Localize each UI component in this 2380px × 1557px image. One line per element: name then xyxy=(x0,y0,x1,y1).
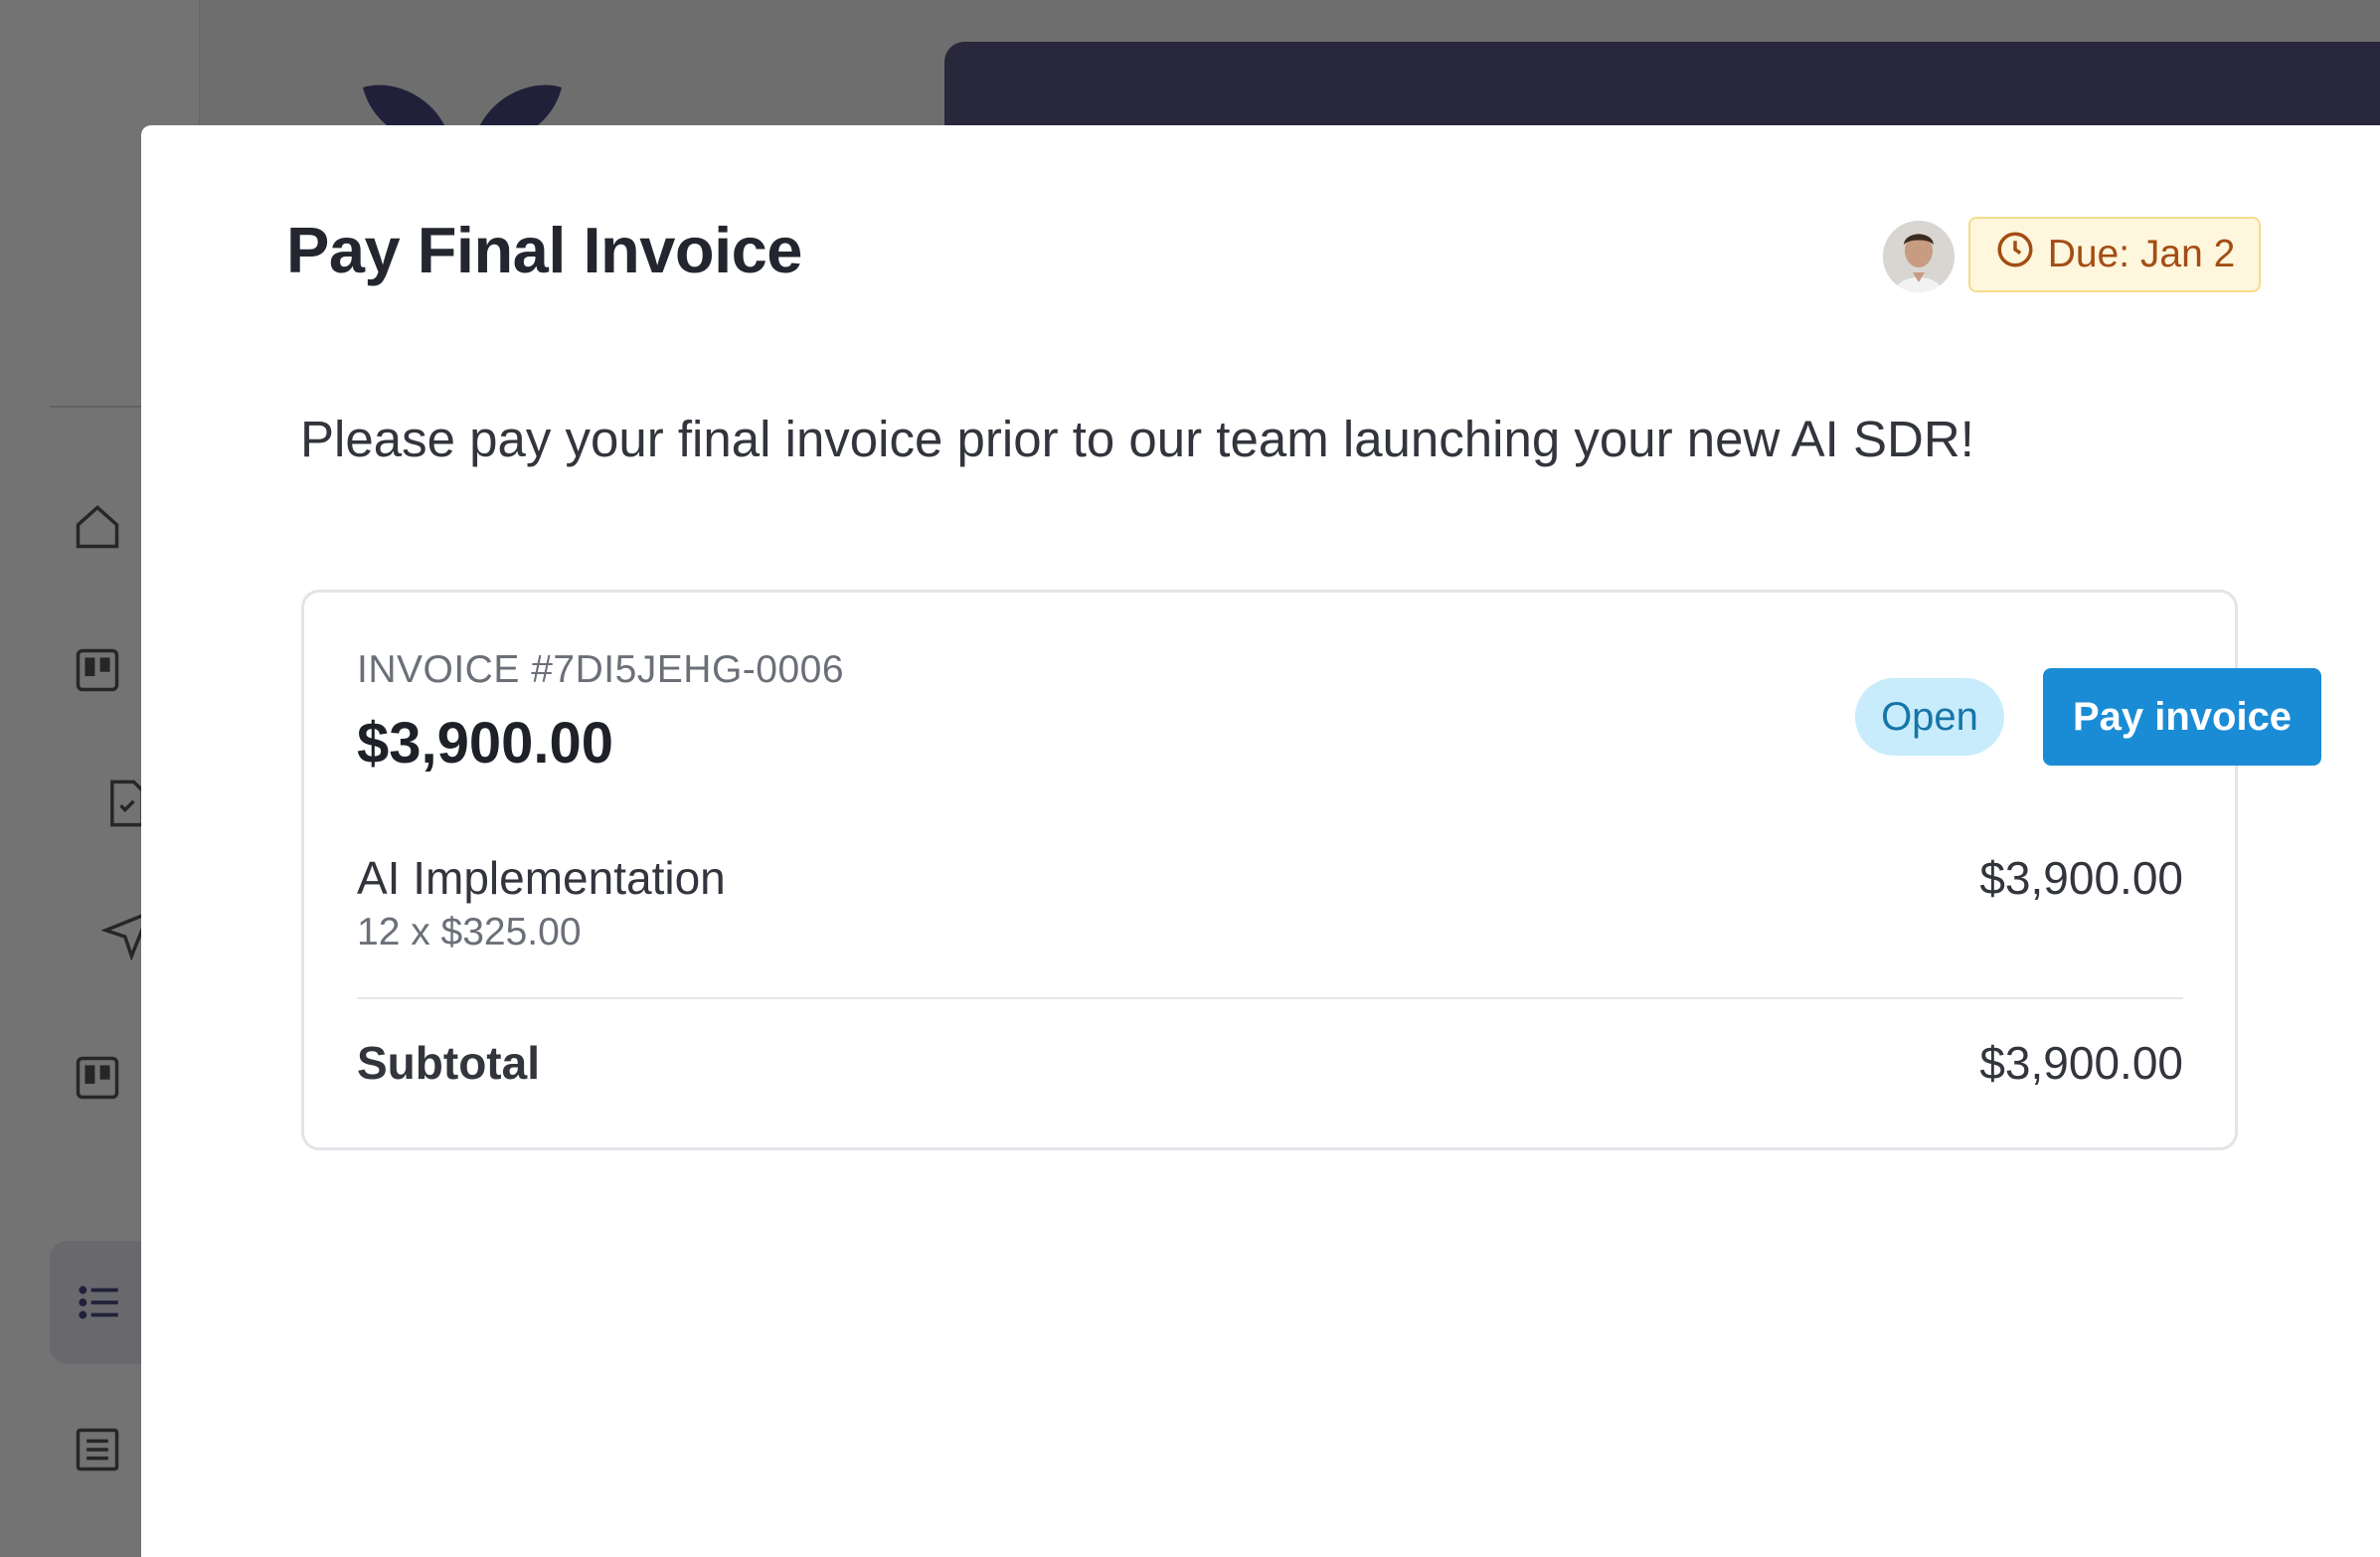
subtotal-label: Subtotal xyxy=(357,1037,540,1089)
line-item-quantity: 12 x $325.00 xyxy=(357,911,582,953)
modal-title: Pay Final Invoice xyxy=(286,214,802,286)
invoice-card: INVOICE #7DI5JEHG-0006 $3,900.00 Open Pa… xyxy=(301,590,2321,1150)
invoice-number: INVOICE #7DI5JEHG-0006 xyxy=(357,648,845,691)
invoice-modal: Pay Final Invoice Due: Jan 2 Please pay … xyxy=(141,125,2380,1557)
line-item-name: AI Implementation xyxy=(357,852,726,904)
divider xyxy=(357,997,2183,999)
status-badge: Open xyxy=(1855,678,2004,756)
line-item-price: $3,900.00 xyxy=(1979,852,2183,904)
invoice-amount: $3,900.00 xyxy=(357,711,614,776)
due-date-text: Due: Jan 2 xyxy=(2047,233,2236,275)
clock-icon xyxy=(1994,229,2036,280)
due-date-badge: Due: Jan 2 xyxy=(1968,217,2261,292)
subtotal-value: $3,900.00 xyxy=(1979,1037,2183,1089)
pay-invoice-button[interactable]: Pay invoice xyxy=(2043,668,2321,766)
avatar xyxy=(1883,221,1955,292)
modal-description: Please pay your final invoice prior to o… xyxy=(300,411,1974,467)
